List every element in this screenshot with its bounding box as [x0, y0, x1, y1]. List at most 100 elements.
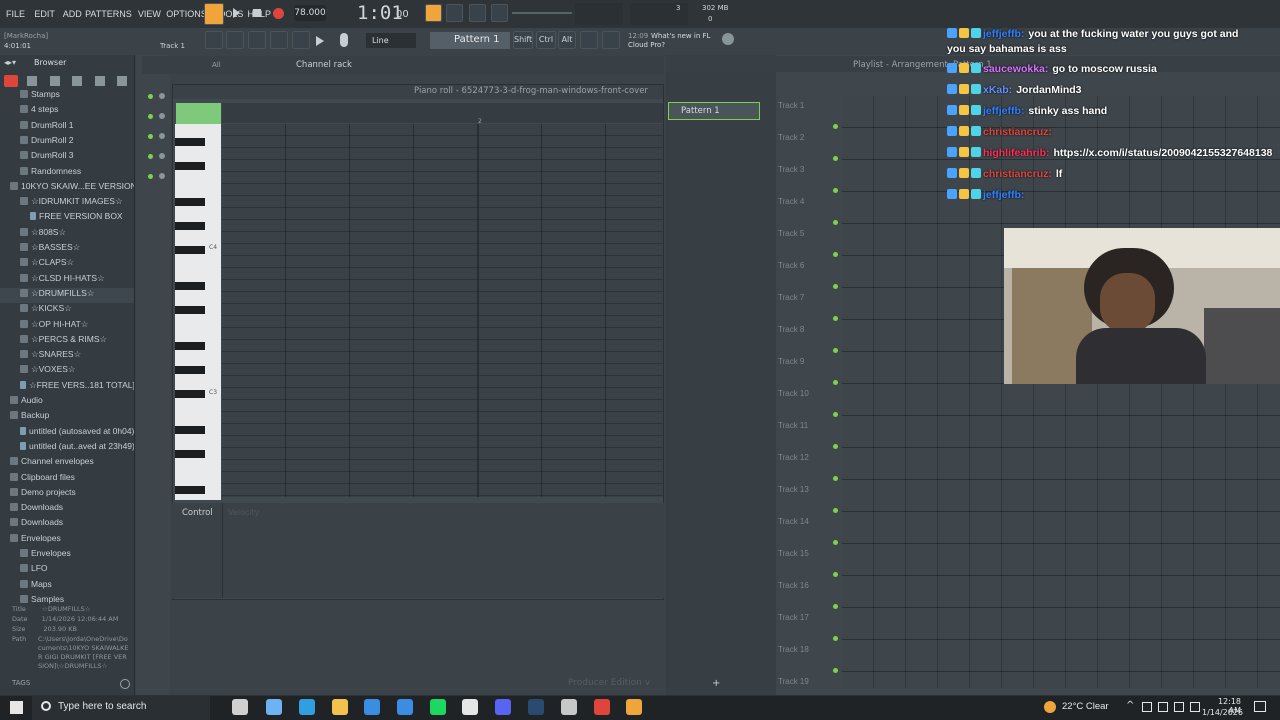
play-icon[interactable]	[233, 8, 240, 18]
browser-item[interactable]: Maps	[0, 579, 134, 594]
loop-record-icon[interactable]	[469, 4, 486, 22]
browser-item[interactable]: ☆BASSES☆	[0, 242, 134, 257]
track-mute-led[interactable]	[833, 284, 838, 289]
browser-item[interactable]: Clipboard files	[0, 472, 134, 487]
countdown-icon[interactable]	[446, 4, 463, 22]
menu-item[interactable]: VIEW	[138, 9, 161, 19]
browser-item[interactable]: ☆VOXES☆	[0, 364, 134, 379]
track-header[interactable]: Track 18	[778, 642, 836, 674]
news-sub[interactable]: Cloud Pro?	[628, 41, 665, 49]
browser-item[interactable]: ☆PERCS & RIMS☆	[0, 334, 134, 349]
track-mute-led[interactable]	[833, 444, 838, 449]
black-key[interactable]	[175, 246, 205, 254]
task-view-icon[interactable]	[232, 699, 248, 715]
track-header[interactable]: Track 3	[778, 162, 836, 194]
browser-item[interactable]: untitled (aut..aved at 23h49)	[0, 441, 134, 456]
browser-item[interactable]: ☆DRUMFILLS☆	[0, 287, 134, 303]
track-header[interactable]: Track 12	[778, 450, 836, 482]
taskbar-search-placeholder[interactable]: Type here to search	[58, 701, 146, 712]
piano-roll-icon[interactable]	[226, 31, 244, 49]
record-icon[interactable]	[273, 8, 284, 19]
browser-item[interactable]: 10KYO SKAIW...EE VERSION]	[0, 181, 134, 196]
arrow-icon[interactable]	[316, 36, 324, 46]
channel-rack-icon[interactable]	[248, 31, 266, 49]
copilot-icon[interactable]	[266, 699, 282, 715]
browser-options-icon[interactable]	[72, 76, 82, 86]
track-mute-led[interactable]	[833, 668, 838, 673]
track-mute-led[interactable]	[833, 380, 838, 385]
browser-icon[interactable]	[292, 31, 310, 49]
track-header[interactable]: Track 1	[778, 98, 836, 130]
chat-username[interactable]: highlifeahrib:	[983, 147, 1050, 159]
track-header[interactable]: Track 17	[778, 610, 836, 642]
black-key[interactable]	[175, 222, 205, 230]
playlist-icon[interactable]	[205, 31, 223, 49]
browser-item[interactable]: Envelopes	[0, 533, 134, 548]
channel-mute-knob[interactable]	[159, 173, 165, 179]
browser-item[interactable]: ☆CLAPS☆	[0, 257, 134, 272]
wifi-icon[interactable]	[1174, 702, 1184, 712]
tray-chevron-icon[interactable]: ^	[1126, 700, 1134, 711]
track-mute-led[interactable]	[833, 508, 838, 513]
menu-item[interactable]: EDIT	[34, 9, 55, 19]
event-editor[interactable]	[172, 503, 664, 598]
chat-username[interactable]: jeffjeffb:	[983, 105, 1024, 117]
browser-item[interactable]: Backup	[0, 410, 134, 425]
discord-icon[interactable]	[495, 699, 511, 715]
windows-start-icon[interactable]	[10, 701, 23, 714]
fl-studio-icon[interactable]	[626, 699, 642, 715]
browser-item[interactable]: ☆FREE VERS..181 TOTAL]☆	[0, 380, 134, 395]
gear-icon[interactable]	[722, 33, 734, 45]
menu-item[interactable]: OPTIONS	[166, 9, 207, 19]
browser-item[interactable]: 4 steps	[0, 104, 134, 119]
channel-led[interactable]	[148, 94, 153, 99]
shift-button[interactable]: Shift	[513, 31, 533, 49]
black-key[interactable]	[175, 306, 205, 314]
track-mute-led[interactable]	[833, 316, 838, 321]
media-icon[interactable]	[462, 699, 478, 715]
browser-item[interactable]: Downloads	[0, 502, 134, 517]
browser-collapse-icon[interactable]	[50, 76, 60, 86]
channel-led[interactable]	[148, 114, 153, 119]
browser-item[interactable]: ☆OP HI-HAT☆	[0, 319, 134, 334]
black-key[interactable]	[175, 282, 205, 290]
track-mute-led[interactable]	[833, 636, 838, 641]
pattern-select[interactable]: Pattern 1	[430, 32, 510, 49]
network-icon[interactable]	[1158, 702, 1168, 712]
note-grid[interactable]	[222, 124, 663, 497]
tags-label[interactable]: TAGS	[12, 679, 30, 687]
browser-item[interactable]: Downloads	[0, 517, 134, 532]
black-key[interactable]	[175, 426, 205, 434]
browser-copy-icon[interactable]	[27, 76, 37, 86]
track-mute-led[interactable]	[833, 604, 838, 609]
track-header[interactable]: Track 15	[778, 546, 836, 578]
menu-item[interactable]: ADD	[63, 9, 82, 19]
stop-icon[interactable]	[253, 9, 261, 17]
black-key[interactable]	[175, 342, 205, 350]
track-mute-led[interactable]	[833, 540, 838, 545]
chat-username[interactable]: christiancruz:	[983, 168, 1052, 180]
track-mute-led[interactable]	[833, 572, 838, 577]
track-header[interactable]: Track 7	[778, 290, 836, 322]
tray-app-icon[interactable]	[1142, 702, 1152, 712]
track-header[interactable]: Track 4	[778, 194, 836, 226]
track-header[interactable]: Track 11	[778, 418, 836, 450]
tempo-display[interactable]: 78.000	[294, 5, 326, 21]
track-header[interactable]: Track 13	[778, 482, 836, 514]
vpn-icon[interactable]	[397, 699, 413, 715]
star-icon[interactable]	[117, 76, 127, 86]
playlist-grid[interactable]	[842, 96, 1280, 688]
add-icon[interactable]: +	[712, 678, 720, 689]
track-mute-led[interactable]	[833, 348, 838, 353]
browser-item[interactable]: untitled (autosaved at 0h04)	[0, 426, 134, 441]
track-header[interactable]: Track 6	[778, 258, 836, 290]
channel-mute-knob[interactable]	[159, 93, 165, 99]
browser-item[interactable]: DrumRoll 3	[0, 150, 134, 165]
tempo-tap-icon[interactable]	[580, 31, 598, 49]
track-mute-led[interactable]	[833, 252, 838, 257]
news-title[interactable]: What's new in FL	[651, 32, 710, 40]
black-key[interactable]	[175, 366, 205, 374]
master-volume-slider[interactable]	[512, 12, 572, 14]
channel-mute-knob[interactable]	[159, 153, 165, 159]
menu-item[interactable]: PATTERNS	[85, 9, 132, 19]
